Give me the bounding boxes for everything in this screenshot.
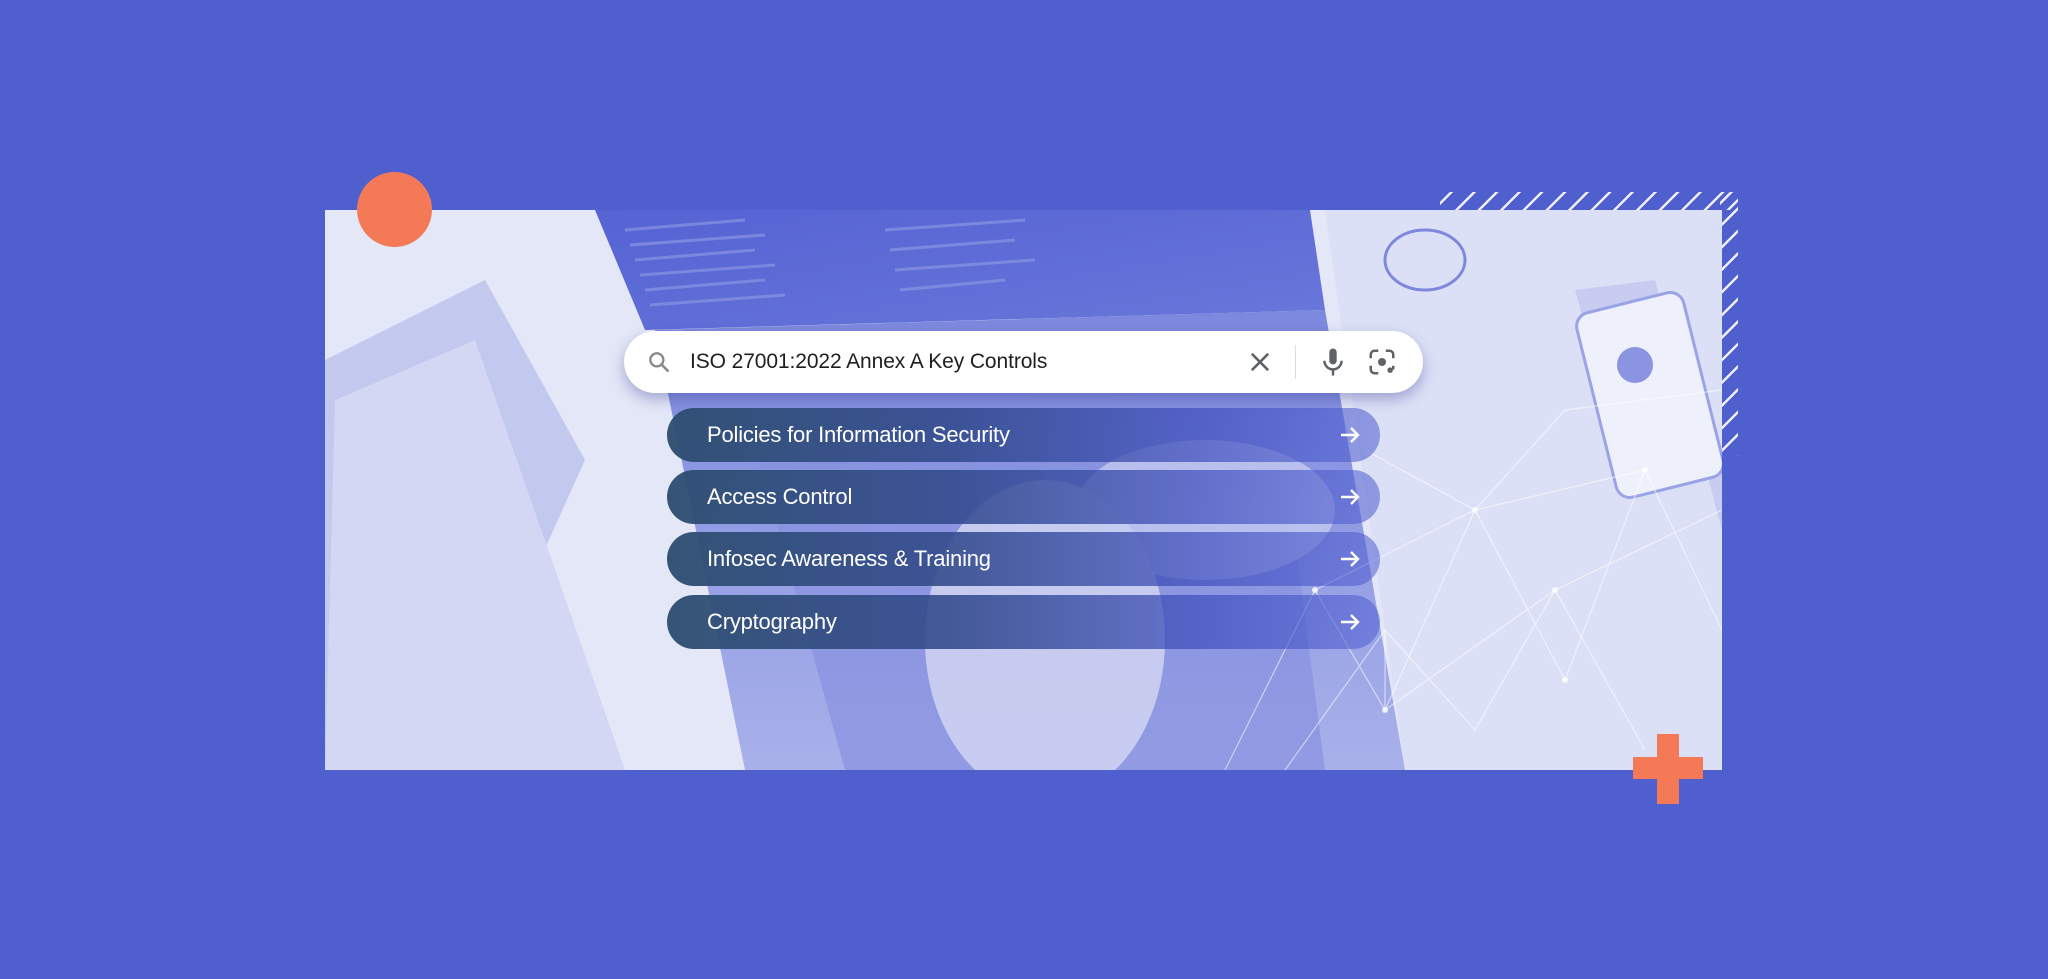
suggestion-item[interactable]: Cryptography — [667, 595, 1380, 649]
suggestion-item[interactable]: Policies for Information Security — [667, 408, 1380, 462]
suggestion-label: Access Control — [707, 484, 853, 509]
suggestion-label: Cryptography — [707, 609, 837, 634]
arrow-right-icon — [1341, 614, 1360, 630]
close-icon[interactable] — [1246, 348, 1274, 376]
microphone-icon[interactable] — [1318, 346, 1348, 378]
hatch-decoration-top — [1440, 192, 1738, 210]
search-bar[interactable] — [624, 331, 1423, 393]
lens-icon[interactable] — [1367, 347, 1397, 377]
search-divider — [1295, 345, 1296, 379]
suggestion-label: Policies for Information Security — [707, 422, 1010, 447]
suggestion-label: Infosec Awareness & Training — [707, 546, 991, 571]
arrow-right-icon — [1341, 551, 1360, 567]
arrow-right-icon — [1341, 427, 1360, 443]
suggestion-item[interactable]: Access Control — [667, 470, 1380, 524]
search-input[interactable] — [690, 331, 1210, 393]
orange-circle-decoration — [357, 172, 432, 247]
search-icon — [649, 352, 669, 372]
hatch-decoration-right — [1720, 192, 1738, 456]
plus-decoration-vertical — [1657, 734, 1679, 804]
suggestion-item[interactable]: Infosec Awareness & Training — [667, 532, 1380, 586]
arrow-right-icon — [1341, 489, 1360, 505]
